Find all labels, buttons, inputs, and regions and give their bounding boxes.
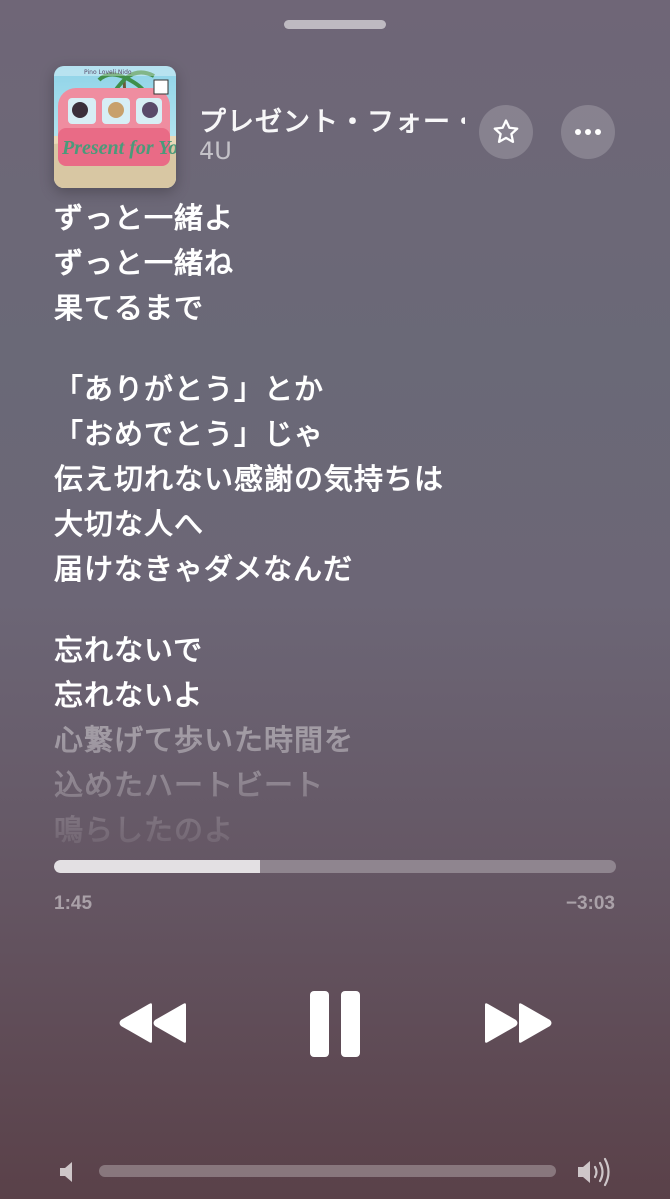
svg-text:Present for You: Present for You	[61, 137, 176, 159]
lyric-line[interactable]: ずっと一緒ね	[54, 241, 634, 286]
lyric-line[interactable]: 心繋げて歩いた時間を	[54, 718, 634, 763]
playback-scrubber[interactable]	[54, 860, 616, 873]
track-title[interactable]: プレゼント・フォー・ユー	[199, 100, 465, 139]
album-artwork[interactable]: Present for You Pino Loveli Nido	[54, 66, 176, 188]
more-button[interactable]	[561, 105, 615, 159]
volume-slider[interactable]	[99, 1165, 556, 1177]
lyric-line[interactable]: 込めたハートビート	[54, 763, 634, 808]
rewind-icon	[119, 1003, 186, 1043]
lyric-gap	[54, 331, 634, 367]
sheet-grabber[interactable]	[284, 20, 386, 29]
fast-forward-button[interactable]	[478, 995, 558, 1051]
playback-progress-fill	[54, 860, 260, 873]
lyrics-view[interactable]: ずっと一緒よ ずっと一緒ね 果てるまで「ありがとう」とか 「おめでとう」じゃ 伝え切れな…	[54, 196, 634, 856]
ellipsis-icon	[575, 129, 601, 135]
lyric-line[interactable]: 「ありがとう」とか	[54, 367, 634, 412]
lyric-line[interactable]: 伝え切れない感謝の気持ちは	[54, 457, 634, 502]
lyric-line[interactable]: ずっと一緒よ	[54, 196, 634, 241]
lyric-line[interactable]: 「おめでとう」じゃ	[54, 412, 634, 457]
track-artist[interactable]: 4U	[199, 137, 232, 165]
lyric-line[interactable]: 果てるまで	[54, 286, 634, 331]
album-artwork-image: Present for You Pino Loveli Nido	[54, 66, 176, 188]
speaker-low-icon	[60, 1162, 72, 1182]
lyric-line[interactable]: 忘れないよ	[54, 673, 634, 718]
fast-forward-icon	[485, 1003, 552, 1043]
pause-icon	[310, 991, 360, 1057]
elapsed-time: 1:45	[54, 893, 93, 914]
lyric-line[interactable]: 鳴らしたのよ	[54, 808, 634, 853]
speaker-high-icon	[578, 1157, 610, 1187]
svg-text:Pino Loveli Nido: Pino Loveli Nido	[84, 69, 132, 76]
rewind-button[interactable]	[113, 995, 193, 1051]
lyric-line[interactable]: 忘れないで	[54, 628, 634, 673]
volume-low-button[interactable]	[58, 1159, 80, 1185]
volume-high-button[interactable]	[576, 1156, 614, 1188]
lyric-line[interactable]: 大切な人へ	[54, 502, 634, 547]
lyric-line[interactable]: 届けなきゃダメなんだ	[54, 547, 634, 592]
lyric-gap	[54, 592, 634, 628]
pause-button[interactable]	[304, 987, 366, 1061]
favorite-button[interactable]	[479, 105, 533, 159]
remaining-time: −3:03	[565, 893, 615, 914]
star-icon	[493, 119, 519, 143]
